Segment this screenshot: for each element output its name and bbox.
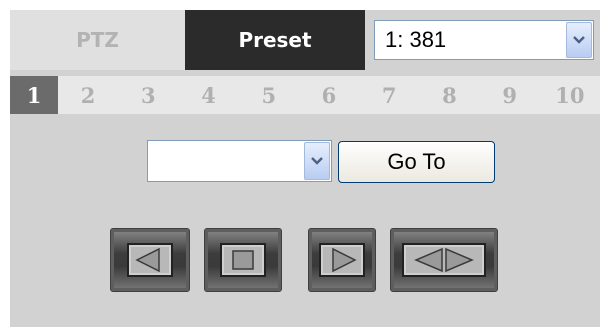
page-7[interactable]: 7: [359, 76, 419, 114]
page-9[interactable]: 9: [480, 76, 540, 114]
page-1[interactable]: 1: [10, 76, 58, 114]
page-5[interactable]: 5: [239, 76, 299, 114]
page-4[interactable]: 4: [178, 76, 238, 114]
stop-button[interactable]: [204, 228, 282, 292]
go-to-button[interactable]: Go To: [338, 141, 495, 183]
stop-icon: [220, 243, 266, 277]
page-3[interactable]: 3: [118, 76, 178, 114]
page-8[interactable]: 8: [419, 76, 479, 114]
tab-ptz[interactable]: PTZ: [10, 10, 185, 70]
chevron-down-icon[interactable]: [304, 142, 330, 180]
preset-select[interactable]: 1: 381: [374, 20, 594, 60]
left-arrow-button[interactable]: [110, 228, 190, 292]
chevron-down-icon[interactable]: [566, 22, 592, 58]
preset-page-bar: 1 2 3 4 5 6 7 8 9 10: [10, 76, 600, 114]
left-right-arrow-button[interactable]: [390, 228, 498, 292]
left-right-arrow-icon: [402, 243, 486, 277]
right-arrow-button[interactable]: [308, 228, 376, 292]
page-10[interactable]: 10: [540, 76, 600, 114]
goto-preset-select[interactable]: [147, 140, 332, 182]
right-arrow-icon: [319, 243, 365, 277]
tab-bar: PTZ Preset 1: 381: [10, 10, 600, 70]
tab-preset[interactable]: Preset: [185, 10, 365, 70]
left-arrow-icon: [127, 243, 173, 277]
page-6[interactable]: 6: [299, 76, 359, 114]
preset-select-value: 1: 381: [385, 27, 447, 52]
ptz-preset-panel: PTZ Preset 1: 381 1 2 3 4 5 6 7 8 9 10 G…: [10, 10, 600, 327]
page-2[interactable]: 2: [58, 76, 118, 114]
